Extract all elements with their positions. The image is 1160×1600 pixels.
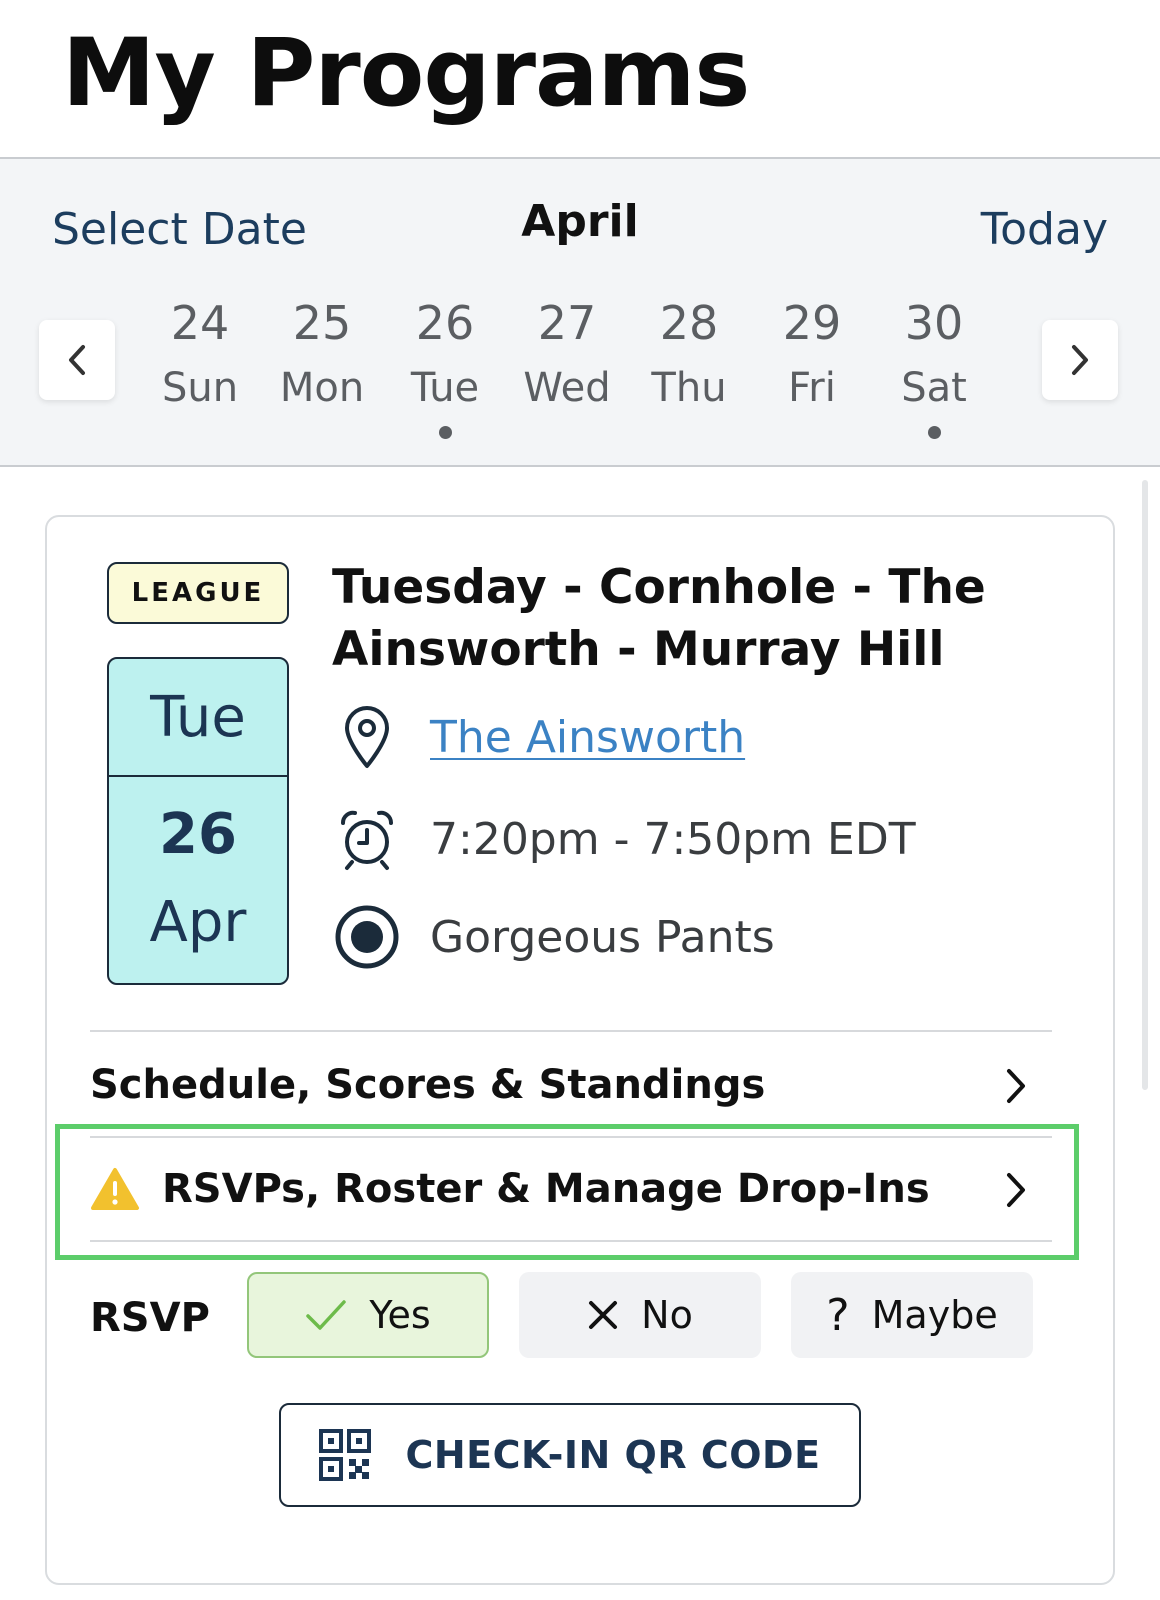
highlight-box	[55, 1124, 1079, 1260]
map-pin-icon	[332, 702, 402, 772]
day-26[interactable]: 26 Tue	[390, 294, 500, 439]
team-radio-icon	[332, 902, 402, 972]
time-row: 7:20pm - 7:50pm EDT	[332, 804, 916, 874]
program-card: LEAGUE Tue 26 Apr Tuesday - Cornhole - T…	[45, 515, 1115, 1585]
day-number: 26	[415, 296, 475, 350]
chevron-right-icon	[1072, 345, 1088, 375]
alarm-clock-icon	[332, 804, 402, 874]
scrollbar[interactable]	[1142, 480, 1148, 1090]
next-week-button[interactable]	[1042, 320, 1118, 400]
day-number: 25	[292, 296, 352, 350]
day-30[interactable]: 30 Sat	[879, 294, 989, 439]
day-25[interactable]: 25 Mon	[267, 294, 377, 416]
prev-week-button[interactable]	[39, 320, 115, 400]
rsvp-yes-button[interactable]: Yes	[247, 1272, 489, 1358]
rsvp-maybe-label: Maybe	[871, 1293, 998, 1337]
league-badge: LEAGUE	[107, 562, 289, 624]
chevron-left-icon	[69, 345, 85, 375]
rsvp-label: RSVP	[90, 1295, 210, 1341]
x-icon	[587, 1299, 619, 1331]
event-dot	[438, 426, 452, 439]
schedule-scores-standings-link[interactable]: Schedule, Scores & Standings	[90, 1037, 1052, 1133]
day-number: 24	[170, 296, 230, 350]
venue-link[interactable]: The Ainsworth	[430, 712, 745, 763]
date-picker-bar: Select Date April Today 24 Sun 25 Mon 26…	[0, 157, 1160, 467]
event-time: 7:20pm - 7:50pm EDT	[430, 813, 916, 865]
venue-row: The Ainsworth	[332, 702, 745, 772]
rsvp-no-label: No	[641, 1293, 693, 1337]
event-title: Tuesday - Cornhole - The Ainsworth - Mur…	[332, 560, 986, 677]
day-number: 30	[904, 296, 964, 350]
day-weekday: Sat	[901, 365, 967, 411]
rsvp-no-button[interactable]: No	[519, 1272, 761, 1358]
team-name: Gorgeous Pants	[430, 911, 775, 963]
day-27[interactable]: 27 Wed	[512, 294, 622, 416]
check-in-label: CHECK-IN QR CODE	[405, 1433, 821, 1477]
qr-code-icon	[319, 1429, 372, 1481]
event-date-weekday: Tue	[109, 659, 287, 777]
today-button[interactable]: Today	[981, 204, 1108, 255]
day-28[interactable]: 28 Thu	[634, 294, 744, 416]
question-mark-icon: ?	[826, 1289, 850, 1341]
day-29[interactable]: 29 Fri	[757, 294, 867, 416]
event-date-tile: Tue 26 Apr	[107, 657, 289, 985]
day-weekday: Fri	[788, 365, 836, 411]
event-date-day: 26	[159, 802, 237, 867]
day-weekday: Mon	[279, 365, 365, 411]
event-date-month: Apr	[149, 890, 247, 955]
day-weekday: Sun	[161, 365, 239, 411]
day-number: 27	[537, 296, 597, 350]
day-weekday: Thu	[651, 365, 727, 411]
page-title: My Programs	[62, 19, 750, 128]
divider	[90, 1030, 1052, 1032]
event-dot	[927, 426, 941, 439]
day-weekday: Wed	[523, 365, 611, 411]
schedule-link-label: Schedule, Scores & Standings	[90, 1062, 766, 1108]
rsvp-yes-label: Yes	[369, 1293, 431, 1337]
team-row: Gorgeous Pants	[332, 902, 775, 972]
day-number: 28	[659, 296, 719, 350]
day-weekday: Tue	[410, 365, 480, 411]
rsvp-maybe-button[interactable]: ? Maybe	[791, 1272, 1033, 1358]
day-24[interactable]: 24 Sun	[145, 294, 255, 416]
check-in-qr-code-button[interactable]: CHECK-IN QR CODE	[279, 1403, 861, 1507]
check-icon	[305, 1298, 347, 1332]
day-number: 29	[782, 296, 842, 350]
chevron-right-icon	[1004, 1067, 1028, 1109]
